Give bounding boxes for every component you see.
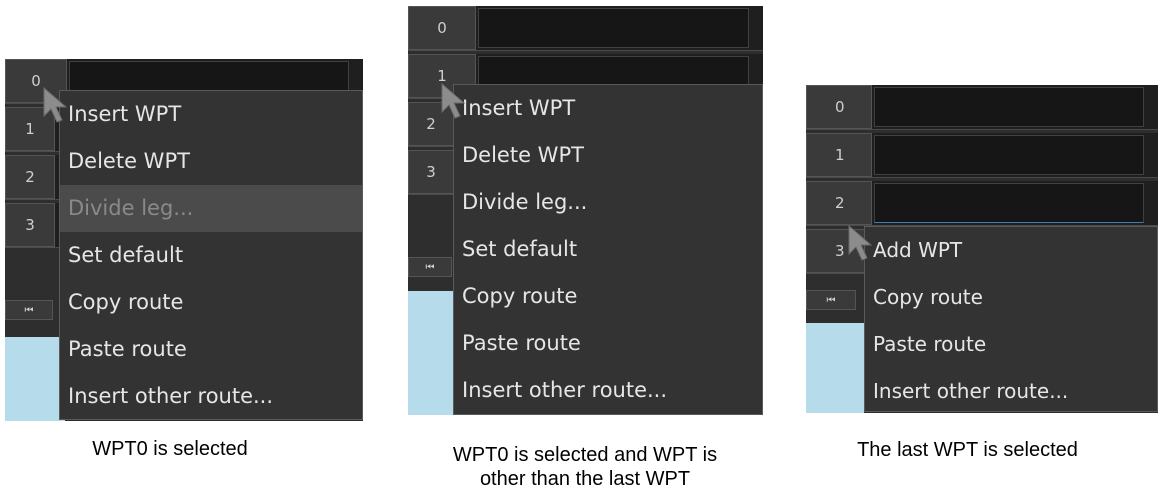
menu-item-delete-wpt[interactable]: Delete WPT xyxy=(60,138,362,185)
mouse-cursor-icon xyxy=(441,82,466,119)
caption-1: WPT0 is selected xyxy=(92,438,248,460)
map-strip xyxy=(408,291,458,415)
wpt-row-2[interactable]: 2 xyxy=(806,181,1158,226)
menu-item-paste-route[interactable]: Paste route xyxy=(454,320,762,367)
wpt-number: 0 xyxy=(408,6,476,50)
menu-item-copy-route[interactable]: Copy route xyxy=(865,274,1157,321)
wpt-number: 3 xyxy=(408,150,454,194)
wpt-cell[interactable] xyxy=(478,8,749,48)
wpt-cell[interactable] xyxy=(874,87,1144,127)
menu-item-insert-wpt[interactable]: Insert WPT xyxy=(454,85,762,132)
menu-item-set-default[interactable]: Set default xyxy=(454,226,762,273)
menu-item-paste-route[interactable]: Paste route xyxy=(865,321,1157,368)
menu-item-insert-wpt[interactable]: Insert WPT xyxy=(60,91,362,138)
wpt-row-0[interactable]: 0 xyxy=(408,6,763,51)
menu-item-delete-wpt[interactable]: Delete WPT xyxy=(454,132,762,179)
wpt-cell[interactable] xyxy=(874,135,1144,175)
map-strip xyxy=(5,337,65,421)
menu-item-insert-other-route[interactable]: Insert other route... xyxy=(454,367,762,414)
menu-item-copy-route[interactable]: Copy route xyxy=(60,279,362,326)
first-page-button[interactable]: ⏮ xyxy=(408,257,452,277)
context-menu-2: Insert WPT Delete WPT Divide leg... Set … xyxy=(453,84,763,415)
context-menu-1: Insert WPT Delete WPT Divide leg... Set … xyxy=(59,90,363,420)
wpt-number: 2 xyxy=(806,181,872,225)
mouse-cursor-icon xyxy=(848,224,873,261)
wpt-number: 0 xyxy=(806,85,872,129)
map-strip xyxy=(806,323,864,413)
menu-item-insert-other-route[interactable]: Insert other route... xyxy=(865,368,1157,415)
menu-item-divide-leg: Divide leg... xyxy=(60,185,362,232)
wpt-row-0[interactable]: 0 xyxy=(806,85,1158,130)
menu-item-copy-route[interactable]: Copy route xyxy=(454,273,762,320)
wpt-number: 2 xyxy=(5,155,55,199)
wpt-number: 3 xyxy=(5,203,55,247)
menu-item-add-wpt[interactable]: Add WPT xyxy=(865,227,1157,274)
context-menu-3: Add WPT Copy route Paste route Insert ot… xyxy=(864,226,1158,412)
caption-2-line-2: other than the last WPT xyxy=(479,468,691,490)
menu-item-insert-other-route[interactable]: Insert other route... xyxy=(60,373,362,420)
first-page-button[interactable]: ⏮ xyxy=(5,300,53,320)
menu-item-paste-route[interactable]: Paste route xyxy=(60,326,362,373)
wpt-number: 1 xyxy=(806,133,872,177)
caption-2-line-1: WPT0 is selected and WPT is xyxy=(452,444,718,466)
menu-item-set-default[interactable]: Set default xyxy=(60,232,362,279)
wpt-row-1[interactable]: 1 xyxy=(806,133,1158,178)
mouse-cursor-icon xyxy=(43,86,68,123)
first-page-button[interactable]: ⏮ xyxy=(806,290,856,310)
menu-item-divide-leg[interactable]: Divide leg... xyxy=(454,179,762,226)
wpt-cell[interactable] xyxy=(874,183,1144,223)
caption-3: The last WPT is selected xyxy=(857,439,1078,461)
